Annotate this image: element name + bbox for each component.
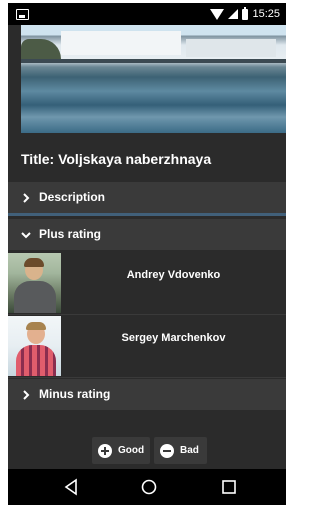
section-divider (8, 213, 286, 216)
image-icon (16, 9, 29, 20)
signal-icon (228, 9, 239, 19)
navigation-bar (8, 469, 286, 505)
avatar-hair (24, 258, 44, 267)
recent-apps-icon[interactable] (220, 478, 238, 496)
back-icon[interactable] (63, 478, 81, 496)
home-icon[interactable] (140, 478, 158, 496)
title-row: Title: Voljskaya naberzhnaya (21, 133, 286, 181)
avatar-hair (26, 322, 46, 330)
photo-building (186, 39, 276, 57)
place-title: Title: Voljskaya naberzhnaya (21, 151, 212, 167)
good-button[interactable]: Good (92, 437, 150, 464)
app-content: Title: Voljskaya naberzhnaya Description… (8, 25, 286, 451)
bad-button[interactable]: Bad (154, 437, 207, 464)
person-row[interactable]: Andrey Vdovenko (8, 252, 286, 315)
section-minus-rating-label: Minus rating (39, 387, 111, 401)
section-plus-rating[interactable]: Plus rating (8, 219, 286, 250)
avatar (8, 253, 61, 313)
rating-actions: Good Bad (8, 430, 286, 469)
section-minus-rating[interactable]: Minus rating (8, 379, 286, 410)
status-time: 15:25 (252, 8, 280, 20)
section-plus-rating-label: Plus rating (39, 227, 102, 241)
place-photo (21, 25, 286, 133)
battery-icon (242, 6, 249, 20)
person-name: Andrey Vdovenko (126, 269, 221, 281)
avatar-body (14, 281, 56, 313)
chevron-right-icon (23, 193, 30, 203)
plus-icon (98, 443, 112, 458)
chevron-down-icon (21, 232, 31, 239)
minus-icon (160, 443, 174, 458)
photo-shore (21, 59, 286, 63)
wifi-icon (210, 8, 225, 20)
bad-button-label: Bad (180, 445, 199, 456)
photo-building (61, 31, 181, 55)
person-name: Sergey Marchenkov (121, 332, 226, 344)
section-description-label: Description (39, 190, 106, 204)
status-bar: 15:25 (8, 3, 286, 25)
avatar-body (16, 345, 56, 376)
person-row[interactable]: Sergey Marchenkov (8, 315, 286, 378)
chevron-right-icon (23, 390, 30, 400)
section-description[interactable]: Description (8, 182, 286, 213)
good-button-label: Good (118, 445, 145, 456)
avatar (8, 316, 61, 376)
photo-trees (21, 39, 61, 59)
status-icons: 15:25 (210, 6, 280, 21)
phone-screen: 15:25 Title: Voljskaya naberzhnaya Descr… (8, 3, 286, 505)
